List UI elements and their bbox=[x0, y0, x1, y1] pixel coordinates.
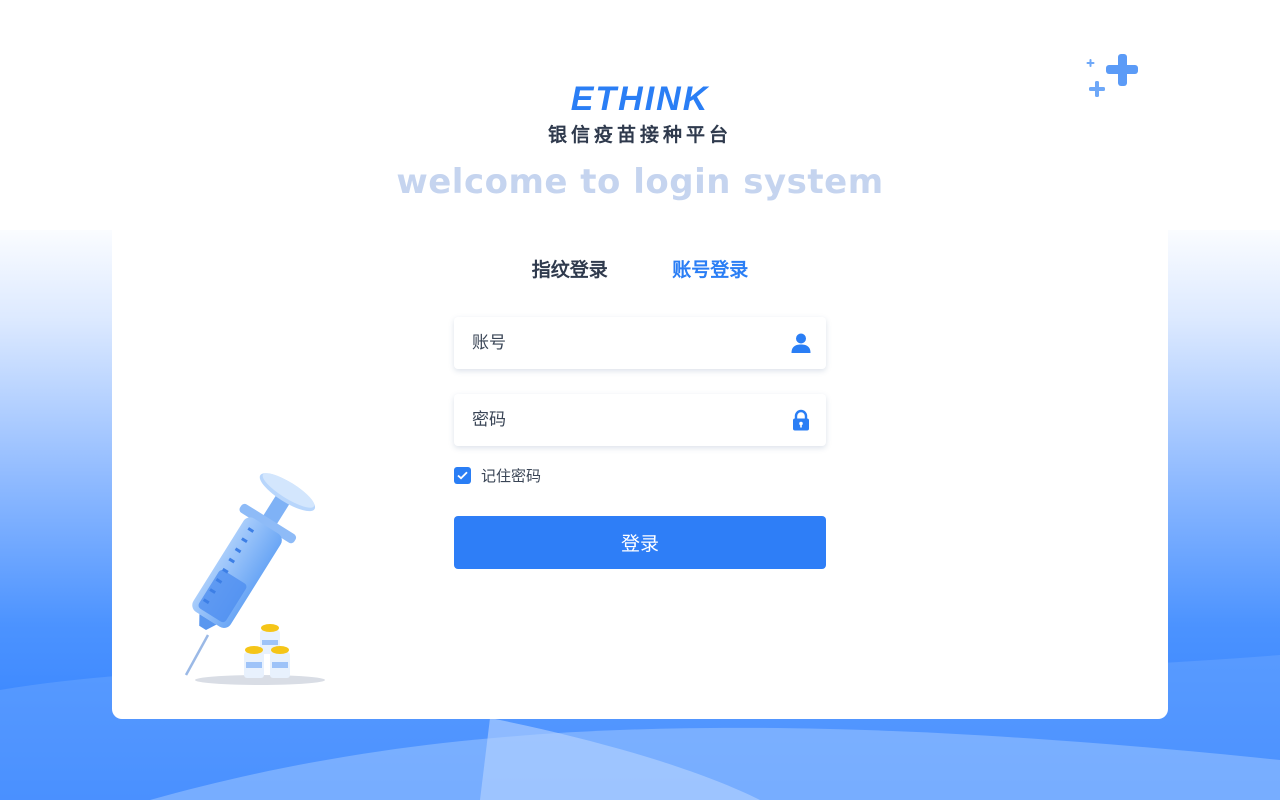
tab-account-login[interactable]: 账号登录 bbox=[672, 256, 748, 284]
remember-password[interactable]: 记住密码 bbox=[454, 465, 541, 485]
login-tabs: 指纹登录 账号登录 bbox=[0, 256, 1280, 284]
plus-decoration-icon bbox=[1086, 54, 1138, 97]
account-input[interactable] bbox=[454, 317, 764, 369]
password-field bbox=[454, 394, 826, 446]
logo-subtitle: 银信疫苗接种平台 bbox=[547, 124, 732, 146]
logo-text: ETHINK bbox=[570, 80, 710, 118]
brand-logo: ETHINK 银信疫苗接种平台 bbox=[540, 80, 740, 146]
login-button[interactable]: 登录 bbox=[454, 516, 826, 569]
lock-icon bbox=[793, 409, 809, 431]
remember-checkbox[interactable] bbox=[454, 466, 471, 484]
password-input[interactable] bbox=[454, 394, 764, 446]
syringe-illustration bbox=[184, 473, 325, 685]
welcome-title: welcome to login system bbox=[396, 162, 884, 202]
tab-fingerprint-login[interactable]: 指纹登录 bbox=[532, 256, 608, 284]
user-icon bbox=[791, 333, 811, 353]
check-icon bbox=[457, 471, 468, 479]
vaccine-vials bbox=[244, 624, 290, 678]
account-field bbox=[454, 317, 826, 369]
remember-label: 记住密码 bbox=[481, 466, 542, 485]
